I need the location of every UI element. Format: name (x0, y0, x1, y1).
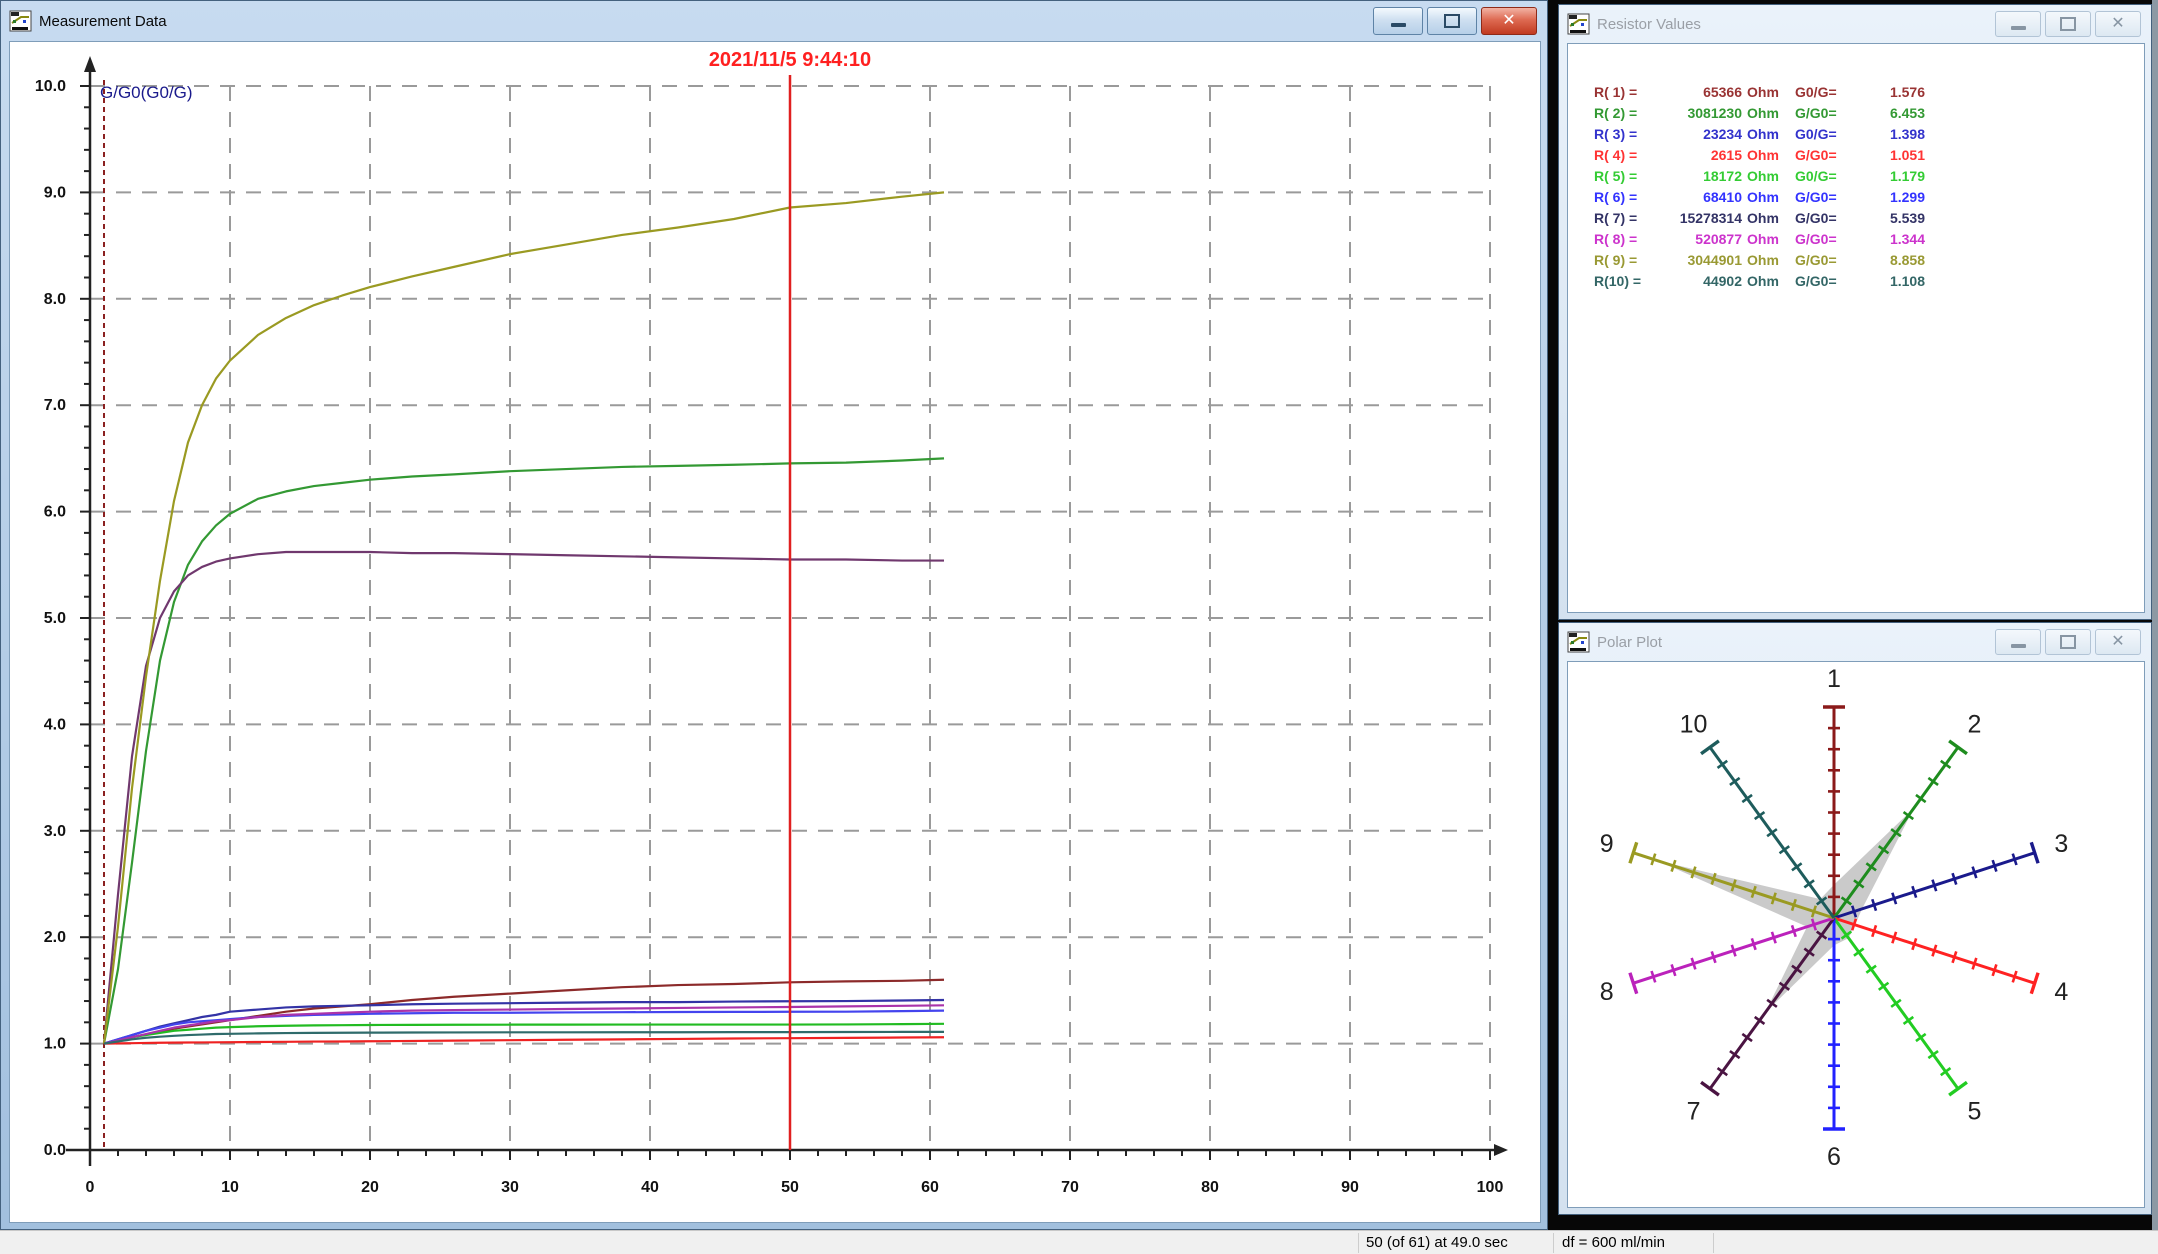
measurement-minimize-button[interactable] (1373, 7, 1423, 35)
resistor-values-window: Resistor Values ✕ R( 1) =65366OhmG0/G=1.… (1558, 4, 2152, 620)
svg-text:10.0: 10.0 (35, 78, 66, 95)
resistor-row: R( 7) =15278314OhmG/G0=5.539 (1594, 208, 2144, 229)
minimize-icon (1391, 23, 1406, 27)
timestamp-label: 2021/11/5 9:44:10 (709, 49, 871, 71)
app-icon (1567, 630, 1591, 654)
svg-text:7.0: 7.0 (44, 397, 66, 414)
svg-text:70: 70 (1061, 1179, 1079, 1196)
app-icon (9, 9, 33, 33)
close-icon: ✕ (1502, 13, 1515, 29)
svg-text:3.0: 3.0 (44, 823, 66, 840)
svg-text:10: 10 (221, 1179, 239, 1196)
measurement-chart-area[interactable]: 0.0 1.0 2.0 3.0 4.0 5.0 6.0 7.0 8.0 9.0 10.0 0 10 20 3… (9, 41, 1541, 1223)
polar-minimize-button[interactable] (1995, 629, 2041, 655)
polar-plot-panel: 1 2 3 4 5 6 7 8 9 10 (1567, 661, 2145, 1208)
resistor-close-button[interactable]: ✕ (2095, 11, 2141, 37)
svg-text:1.0: 1.0 (44, 1036, 66, 1053)
radar-axis-label: 1 (1827, 665, 1841, 693)
statusbar-separator (1358, 1233, 1359, 1253)
polar-close-button[interactable]: ✕ (2095, 629, 2141, 655)
radar-axis-label: 2 (1968, 711, 1982, 739)
measurement-data-window: Measurement Data ✕ 0.0 1.0 2.0 3.0 4.0 5.0 6.0… (0, 0, 1548, 1230)
radar-axis-label: 3 (2054, 830, 2068, 858)
statusbar-separator (1553, 1233, 1554, 1253)
resistor-row: R( 2) =3081230OhmG/G0=6.453 (1594, 103, 2144, 124)
resistor-values-panel: R( 1) =65366OhmG0/G=1.576R( 2) =3081230O… (1567, 43, 2145, 613)
window-title: Resistor Values (1597, 16, 1701, 33)
measurement-close-button[interactable]: ✕ (1481, 7, 1537, 35)
statusbar-separator (1713, 1233, 1714, 1253)
polar-titlebar[interactable]: Polar Plot ✕ (1559, 623, 2151, 661)
window-title: Polar Plot (1597, 634, 1662, 651)
window-title: Measurement Data (39, 13, 167, 30)
resistor-row: R(10) =44902OhmG/G0=1.108 (1594, 271, 2144, 292)
status-bar: 50 (of 61) at 49.0 sec df = 600 ml/min (0, 1230, 2158, 1254)
svg-text:40: 40 (641, 1179, 659, 1196)
svg-text:20: 20 (361, 1179, 379, 1196)
measurement-maximize-button[interactable] (1427, 7, 1477, 35)
background-window-edge (2152, 0, 2158, 1230)
polar-plot-window: Polar Plot ✕ 1 2 3 4 5 6 7 8 9 10 (1558, 622, 2152, 1215)
app-icon (1567, 12, 1591, 36)
radar-axis-label: 5 (1968, 1097, 1982, 1125)
resistor-row: R( 5) =18172OhmG0/G=1.179 (1594, 166, 2144, 187)
svg-text:6.0: 6.0 (44, 504, 66, 521)
radar-axis-label: 9 (1600, 830, 1614, 858)
svg-text:2.0: 2.0 (44, 929, 66, 946)
radar-axis-label: 7 (1687, 1097, 1701, 1125)
svg-text:100: 100 (1477, 1179, 1504, 1196)
close-icon: ✕ (2111, 634, 2124, 650)
svg-text:5.0: 5.0 (44, 610, 66, 627)
radar-axis-label: 4 (2054, 978, 2068, 1006)
resistor-row: R( 6) =68410OhmG/G0=1.299 (1594, 187, 2144, 208)
minimize-icon (2011, 26, 2026, 30)
svg-text:80: 80 (1201, 1179, 1219, 1196)
maximize-icon (1444, 14, 1460, 28)
resistor-titlebar[interactable]: Resistor Values ✕ (1559, 5, 2151, 43)
resistor-minimize-button[interactable] (1995, 11, 2041, 37)
desktop: { "windows": { "measurement": { "title":… (0, 0, 2158, 1254)
resistor-row: R( 3) =23234OhmG0/G=1.398 (1594, 124, 2144, 145)
polar-radar-chart: 1 2 3 4 5 6 7 8 9 10 (1568, 662, 2144, 1207)
resistor-row: R( 1) =65366OhmG0/G=1.576 (1594, 82, 2144, 103)
polar-maximize-button[interactable] (2045, 629, 2091, 655)
measurement-line-chart[interactable]: 0.0 1.0 2.0 3.0 4.0 5.0 6.0 7.0 8.0 9.0 10.0 0 10 20 3… (10, 42, 1540, 1222)
svg-text:90: 90 (1341, 1179, 1359, 1196)
maximize-icon (2060, 17, 2076, 31)
resistor-rows: R( 1) =65366OhmG0/G=1.576R( 2) =3081230O… (1568, 44, 2144, 292)
status-sample-progress: 50 (of 61) at 49.0 sec (1366, 1231, 1508, 1254)
svg-text:4.0: 4.0 (44, 716, 66, 733)
status-flow-rate: df = 600 ml/min (1562, 1231, 1665, 1254)
svg-text:9.0: 9.0 (44, 184, 66, 201)
maximize-icon (2060, 635, 2076, 649)
svg-text:8.0: 8.0 (44, 291, 66, 308)
resistor-maximize-button[interactable] (2045, 11, 2091, 37)
resistor-row: R( 8) =520877OhmG/G0=1.344 (1594, 229, 2144, 250)
close-icon: ✕ (2111, 16, 2124, 32)
radar-axis-label: 8 (1600, 978, 1614, 1006)
svg-text:30: 30 (501, 1179, 519, 1196)
svg-text:50: 50 (781, 1179, 799, 1196)
radar-axis-label: 6 (1827, 1143, 1841, 1171)
svg-text:0: 0 (86, 1179, 95, 1196)
radar-axis-label: 10 (1680, 711, 1708, 739)
measurement-titlebar[interactable]: Measurement Data ✕ (1, 1, 1547, 41)
resistor-row: R( 4) =2615OhmG/G0=1.051 (1594, 145, 2144, 166)
y-axis-label: G/G0(G0/G) (100, 83, 193, 102)
svg-text:0.0: 0.0 (44, 1142, 66, 1159)
minimize-icon (2011, 644, 2026, 648)
svg-text:60: 60 (921, 1179, 939, 1196)
resistor-row: R( 9) =3044901OhmG/G0=8.858 (1594, 250, 2144, 271)
